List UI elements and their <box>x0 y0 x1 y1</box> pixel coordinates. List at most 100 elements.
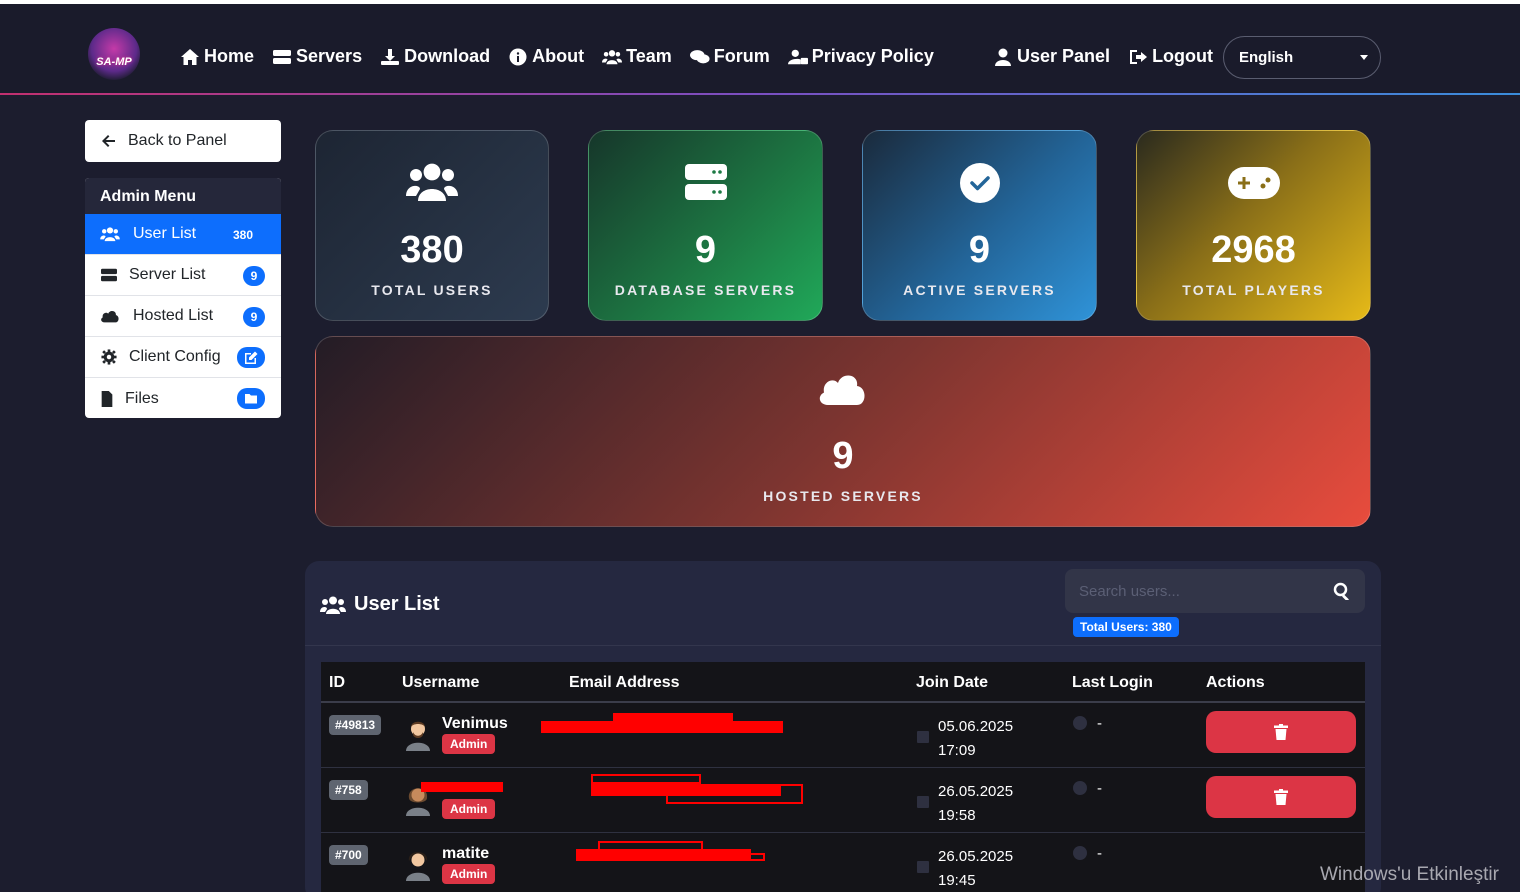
download-icon <box>381 48 400 65</box>
stat-value: 9 <box>968 229 991 271</box>
back-to-panel-button[interactable]: Back to Panel <box>85 120 281 162</box>
delete-user-button[interactable] <box>1206 776 1356 818</box>
stat-card-hosted-servers: 9 HOSTED SERVERS <box>315 336 1371 527</box>
redaction-mark <box>691 723 771 733</box>
nav-privacy-label: Privacy Policy <box>811 46 934 66</box>
sidebar-item-files[interactable]: Files <box>85 378 281 418</box>
column-header: ID <box>329 674 345 691</box>
join-date: 26.05.2025 19:45 <box>938 845 1013 892</box>
users-icon <box>602 49 623 64</box>
column-header: Join Date <box>916 674 989 691</box>
arrow-left-icon <box>102 135 115 147</box>
nav-forum-label: Forum <box>713 46 770 66</box>
nav-download[interactable]: Download <box>380 46 490 67</box>
nav-team-label: Team <box>626 46 672 66</box>
sidebar-item-label: Hosted List <box>133 307 214 324</box>
redaction-mark <box>613 713 733 721</box>
user-id-badge: #758 <box>329 780 368 800</box>
search-input[interactable]: Search users... <box>1065 569 1365 613</box>
search-icon[interactable] <box>1333 582 1351 602</box>
username: matite <box>442 845 490 862</box>
avatar <box>406 852 430 881</box>
sidebar-item-user-list[interactable]: User List 380 <box>85 214 281 255</box>
nav-privacy[interactable]: Privacy Policy <box>787 46 934 67</box>
join-date-value: 26.05.2025 <box>938 848 1014 865</box>
cloud-icon <box>101 310 119 323</box>
count-badge: 380 <box>232 228 253 242</box>
stat-label: TOTAL USERS <box>371 282 493 298</box>
server-icon <box>101 268 117 282</box>
users-icon <box>316 161 548 203</box>
language-select[interactable]: English <box>1223 36 1381 79</box>
table-row: #758 Admin 26.05.2025 19:58 - <box>321 768 1365 833</box>
nav-team[interactable]: Team <box>602 46 672 67</box>
count-badge: 9 <box>243 307 265 327</box>
stat-card-database-servers: 9 DATABASE SERVERS <box>588 130 823 321</box>
server-icon <box>273 49 292 64</box>
nav-logout[interactable]: Logout <box>1128 46 1213 67</box>
last-login: - <box>1097 715 1102 732</box>
calendar-icon <box>917 729 929 743</box>
join-date: 05.06.2025 17:09 <box>938 715 1013 763</box>
join-date-value: 26.05.2025 <box>938 783 1014 800</box>
nav-right: User Panel Logout <box>993 46 1213 67</box>
nav-about[interactable]: About <box>508 46 584 67</box>
nav-user-panel[interactable]: User Panel <box>993 46 1110 67</box>
users-table: ID Username Email Address Join Date Last… <box>321 662 1365 892</box>
panel-title-text: User List <box>354 593 440 615</box>
stat-value: 9 <box>832 435 854 477</box>
nav-user-panel-label: User Panel <box>1017 46 1111 66</box>
stat-card-total-players: 2968 TOTAL PLAYERS <box>1136 130 1371 321</box>
stat-card-active-servers: 9 ACTIVE SERVERS <box>862 130 1097 321</box>
file-icon <box>101 390 113 407</box>
users-icon <box>320 596 346 614</box>
role-badge: Admin <box>442 734 496 754</box>
sidebar-item-hosted-list[interactable]: Hosted List 9 <box>85 296 281 337</box>
navbar-divider <box>0 93 1520 95</box>
comments-icon <box>689 49 710 63</box>
count-badge: 9 <box>243 266 265 286</box>
sidebar-item-client-config[interactable]: Client Config <box>85 337 281 378</box>
redaction-mark <box>591 774 701 784</box>
column-header: Username <box>402 674 480 691</box>
nav-servers[interactable]: Servers <box>272 46 362 67</box>
role-badge: Admin <box>442 864 496 884</box>
delete-user-button[interactable] <box>1206 711 1356 753</box>
sidebar-item-server-list[interactable]: Server List 9 <box>85 255 281 296</box>
users-icon <box>100 227 120 242</box>
calendar-icon <box>917 859 929 873</box>
check-circle-icon <box>863 162 1096 204</box>
panel-title: User List <box>320 593 440 616</box>
user-icon <box>995 48 1011 66</box>
join-time-value: 19:58 <box>938 807 976 824</box>
join-date: 26.05.2025 19:58 <box>938 780 1013 828</box>
site-logo[interactable]: SA-MP <box>88 28 140 80</box>
join-time-value: 19:45 <box>938 872 976 889</box>
stat-label: HOSTED SERVERS <box>763 488 923 504</box>
nav-home[interactable]: Home <box>180 46 254 67</box>
column-header: Last Login <box>1072 674 1153 691</box>
stat-card-total-users: 380 TOTAL USERS <box>315 130 549 321</box>
role-badge: Admin <box>442 799 496 819</box>
nav-forum[interactable]: Forum <box>689 46 770 67</box>
cloud-icon <box>316 370 1370 406</box>
admin-menu: Admin Menu User List 380 Server List 9 H… <box>85 178 281 418</box>
nav-home-label: Home <box>204 46 255 66</box>
avatar <box>406 721 430 751</box>
stat-value: 380 <box>400 229 464 271</box>
redaction-mark <box>579 853 765 861</box>
clock-icon <box>1073 716 1087 730</box>
server-icon <box>589 164 822 200</box>
stat-label: DATABASE SERVERS <box>614 282 797 298</box>
sidebar-item-label: Server List <box>129 266 206 283</box>
user-list-panel: User List Search users... Total Users: 3… <box>305 561 1381 892</box>
panel-header: User List Search users... Total Users: 3… <box>305 561 1381 646</box>
search-placeholder: Search users... <box>1079 583 1180 600</box>
sidebar-item-label: Files <box>125 389 159 407</box>
navbar: SA-MP Home Servers Download About Team F… <box>0 4 1520 94</box>
back-to-panel-label: Back to Panel <box>128 132 227 149</box>
user-id-badge: #49813 <box>329 715 382 735</box>
column-header: Email Address <box>569 674 680 691</box>
join-time-value: 17:09 <box>938 742 976 759</box>
nav-links: Home Servers Download About Team Forum P… <box>180 46 934 67</box>
